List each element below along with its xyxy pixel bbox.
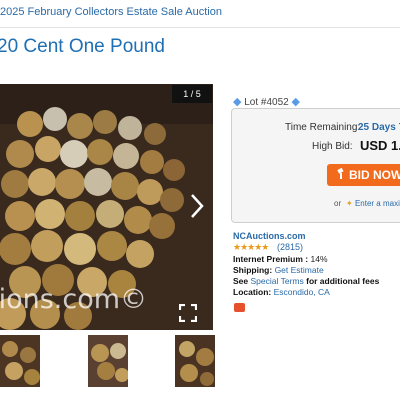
thumbnail[interactable]: [0, 335, 40, 387]
thumbnail-image: [0, 335, 40, 387]
lot-number: Lot #4052: [244, 97, 289, 108]
special-terms-link[interactable]: Special Terms: [251, 276, 304, 286]
time-remaining-value: 25 Days 7: [358, 122, 400, 133]
time-remaining-label: Time Remaining:: [285, 122, 361, 133]
thumbnail[interactable]: [88, 335, 128, 387]
breadcrumb-link[interactable]: 2025 February Collectors Estate Sale Auc…: [0, 6, 222, 18]
next-lot-icon[interactable]: ◆: [292, 96, 300, 108]
seller-name-link[interactable]: NCAuctions.com: [233, 231, 306, 241]
enter-max-bid-link[interactable]: ✦ Enter a maxim: [346, 199, 400, 208]
location-row: Location: Escondido, CA: [233, 287, 330, 297]
thumbnail-image: [88, 335, 128, 387]
bid-now-label: BID NOW: [349, 168, 400, 182]
rating-stars-icon: ★★★★★: [233, 242, 269, 252]
share-icon[interactable]: [234, 303, 245, 312]
get-estimate-link[interactable]: Get Estimate: [275, 265, 324, 275]
enter-max-bid-label: Enter a maxim: [354, 199, 400, 208]
high-bid-label: High Bid:: [312, 141, 353, 152]
high-bid-value: USD 1.0: [360, 138, 400, 153]
breadcrumb: 2025 February Collectors Estate Sale Auc…: [0, 0, 400, 28]
image-counter: 1 / 5: [172, 85, 212, 103]
watermark: tions.com©: [0, 284, 148, 315]
internet-premium-row: Internet Premium : 14%: [233, 254, 328, 264]
next-image-chevron-icon[interactable]: [190, 193, 204, 219]
shipping-row: Shipping: Get Estimate: [233, 265, 324, 275]
terms-row: See Special Terms for additional fees: [233, 276, 379, 286]
rating-count-link[interactable]: (2815): [277, 242, 303, 252]
gavel-icon: [337, 168, 344, 179]
page-title: 20 Cent One Pound: [0, 36, 165, 57]
previous-lot-icon[interactable]: ◆: [233, 96, 241, 108]
shipping-label: Shipping:: [233, 265, 273, 275]
location-label: Location:: [233, 287, 272, 297]
plus-icon: ✦: [346, 199, 353, 208]
internet-premium-label: Internet Premium :: [233, 254, 309, 264]
thumbnail-image: [175, 335, 215, 387]
bid-now-button[interactable]: BID NOW: [327, 164, 400, 186]
terms-prefix: See: [233, 276, 249, 286]
terms-suffix: for additional fees: [306, 276, 380, 286]
fullscreen-icon[interactable]: [179, 304, 197, 322]
location-value: Escondido, CA: [273, 287, 330, 297]
thumbnail[interactable]: [175, 335, 215, 387]
or-text: or: [334, 199, 342, 208]
lot-navigation: ◆ Lot #4052 ◆: [233, 95, 300, 108]
internet-premium-value: 14%: [310, 254, 328, 264]
